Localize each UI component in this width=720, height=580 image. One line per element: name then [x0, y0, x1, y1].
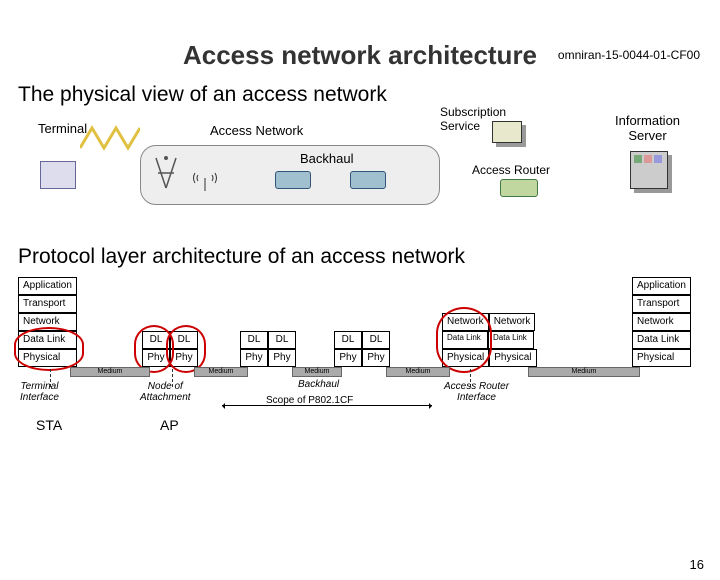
- layer-application-left: Application: [18, 277, 77, 295]
- noa-phy-2: Phy: [170, 349, 198, 367]
- layer-application-right: Application: [632, 277, 691, 295]
- layer-physical-left: Physical: [18, 349, 77, 367]
- noa-phy-1: Phy: [142, 349, 170, 367]
- bh2-dl-2: DL: [362, 331, 390, 349]
- ar-net-2: Network: [489, 313, 536, 331]
- switch-icon-1: [275, 171, 311, 189]
- medium-bar-5: Medium: [528, 367, 640, 377]
- wireless-zigzag-icon: [80, 123, 140, 153]
- access-router-interface-label: Access Router Interface: [444, 381, 509, 403]
- subtitle-physical-view: The physical view of an access network: [18, 83, 720, 107]
- layer-transport-left: Transport: [18, 295, 77, 313]
- noa-dl-1: DL: [142, 331, 170, 349]
- medium-bar-3: Medium: [292, 367, 342, 377]
- bh2-phy-2: Phy: [362, 349, 390, 367]
- subscription-server-icon: [496, 125, 526, 147]
- ap-label: AP: [160, 417, 179, 433]
- switch-icon-2: [350, 171, 386, 189]
- backhaul-label: Backhaul: [300, 151, 353, 166]
- information-server-label: Information Server: [615, 113, 680, 143]
- ar-dl-2: Data Link: [488, 331, 534, 349]
- subtitle-protocol-layer: Protocol layer architecture of an access…: [18, 245, 720, 269]
- medium-bar-2: Medium: [194, 367, 248, 377]
- antenna-tower-icon: [146, 153, 186, 193]
- layer-physical-right: Physical: [632, 349, 691, 367]
- physical-view-diagram: Terminal Access Network Backhaul Subscri…: [20, 113, 700, 233]
- ar-dl-1: Data Link: [442, 331, 488, 349]
- bh1-dl-1: DL: [240, 331, 268, 349]
- ap-antenna-icon: [190, 163, 220, 193]
- bh2-dl-1: DL: [334, 331, 362, 349]
- noa-dl-2: DL: [170, 331, 198, 349]
- access-router-label: Access Router: [472, 163, 550, 177]
- bh1-phy-2: Phy: [268, 349, 296, 367]
- layer-datalink-right: Data Link: [632, 331, 691, 349]
- layer-datalink-left: Data Link: [18, 331, 77, 349]
- scope-label: Scope of P802.1CF: [266, 395, 353, 406]
- medium-bar-1: Medium: [70, 367, 150, 377]
- laptop-icon: [40, 161, 76, 189]
- medium-bar-4: Medium: [386, 367, 450, 377]
- layer-transport-right: Transport: [632, 295, 691, 313]
- node-of-attachment-label: Node of Attachment: [140, 381, 191, 403]
- terminal-interface-label: Terminal Interface: [20, 381, 59, 403]
- page-number: 16: [690, 557, 704, 572]
- backhaul-proto-label: Backhaul: [298, 379, 339, 390]
- bh2-phy-1: Phy: [334, 349, 362, 367]
- access-network-label: Access Network: [210, 123, 303, 138]
- router-icon: [500, 179, 538, 197]
- layer-network-right: Network: [632, 313, 691, 331]
- information-server-icon: [634, 155, 672, 193]
- ar-phy-2: Physical: [489, 349, 536, 367]
- bh1-dl-2: DL: [268, 331, 296, 349]
- bh1-phy-1: Phy: [240, 349, 268, 367]
- ar-net-1: Network: [442, 313, 489, 331]
- sta-label: STA: [36, 417, 62, 433]
- layer-network-left: Network: [18, 313, 77, 331]
- protocol-layer-diagram: Application Transport Network Data Link …: [12, 277, 708, 447]
- ar-phy-1: Physical: [442, 349, 489, 367]
- doc-id: omniran-15-0044-01-CF00: [558, 48, 700, 62]
